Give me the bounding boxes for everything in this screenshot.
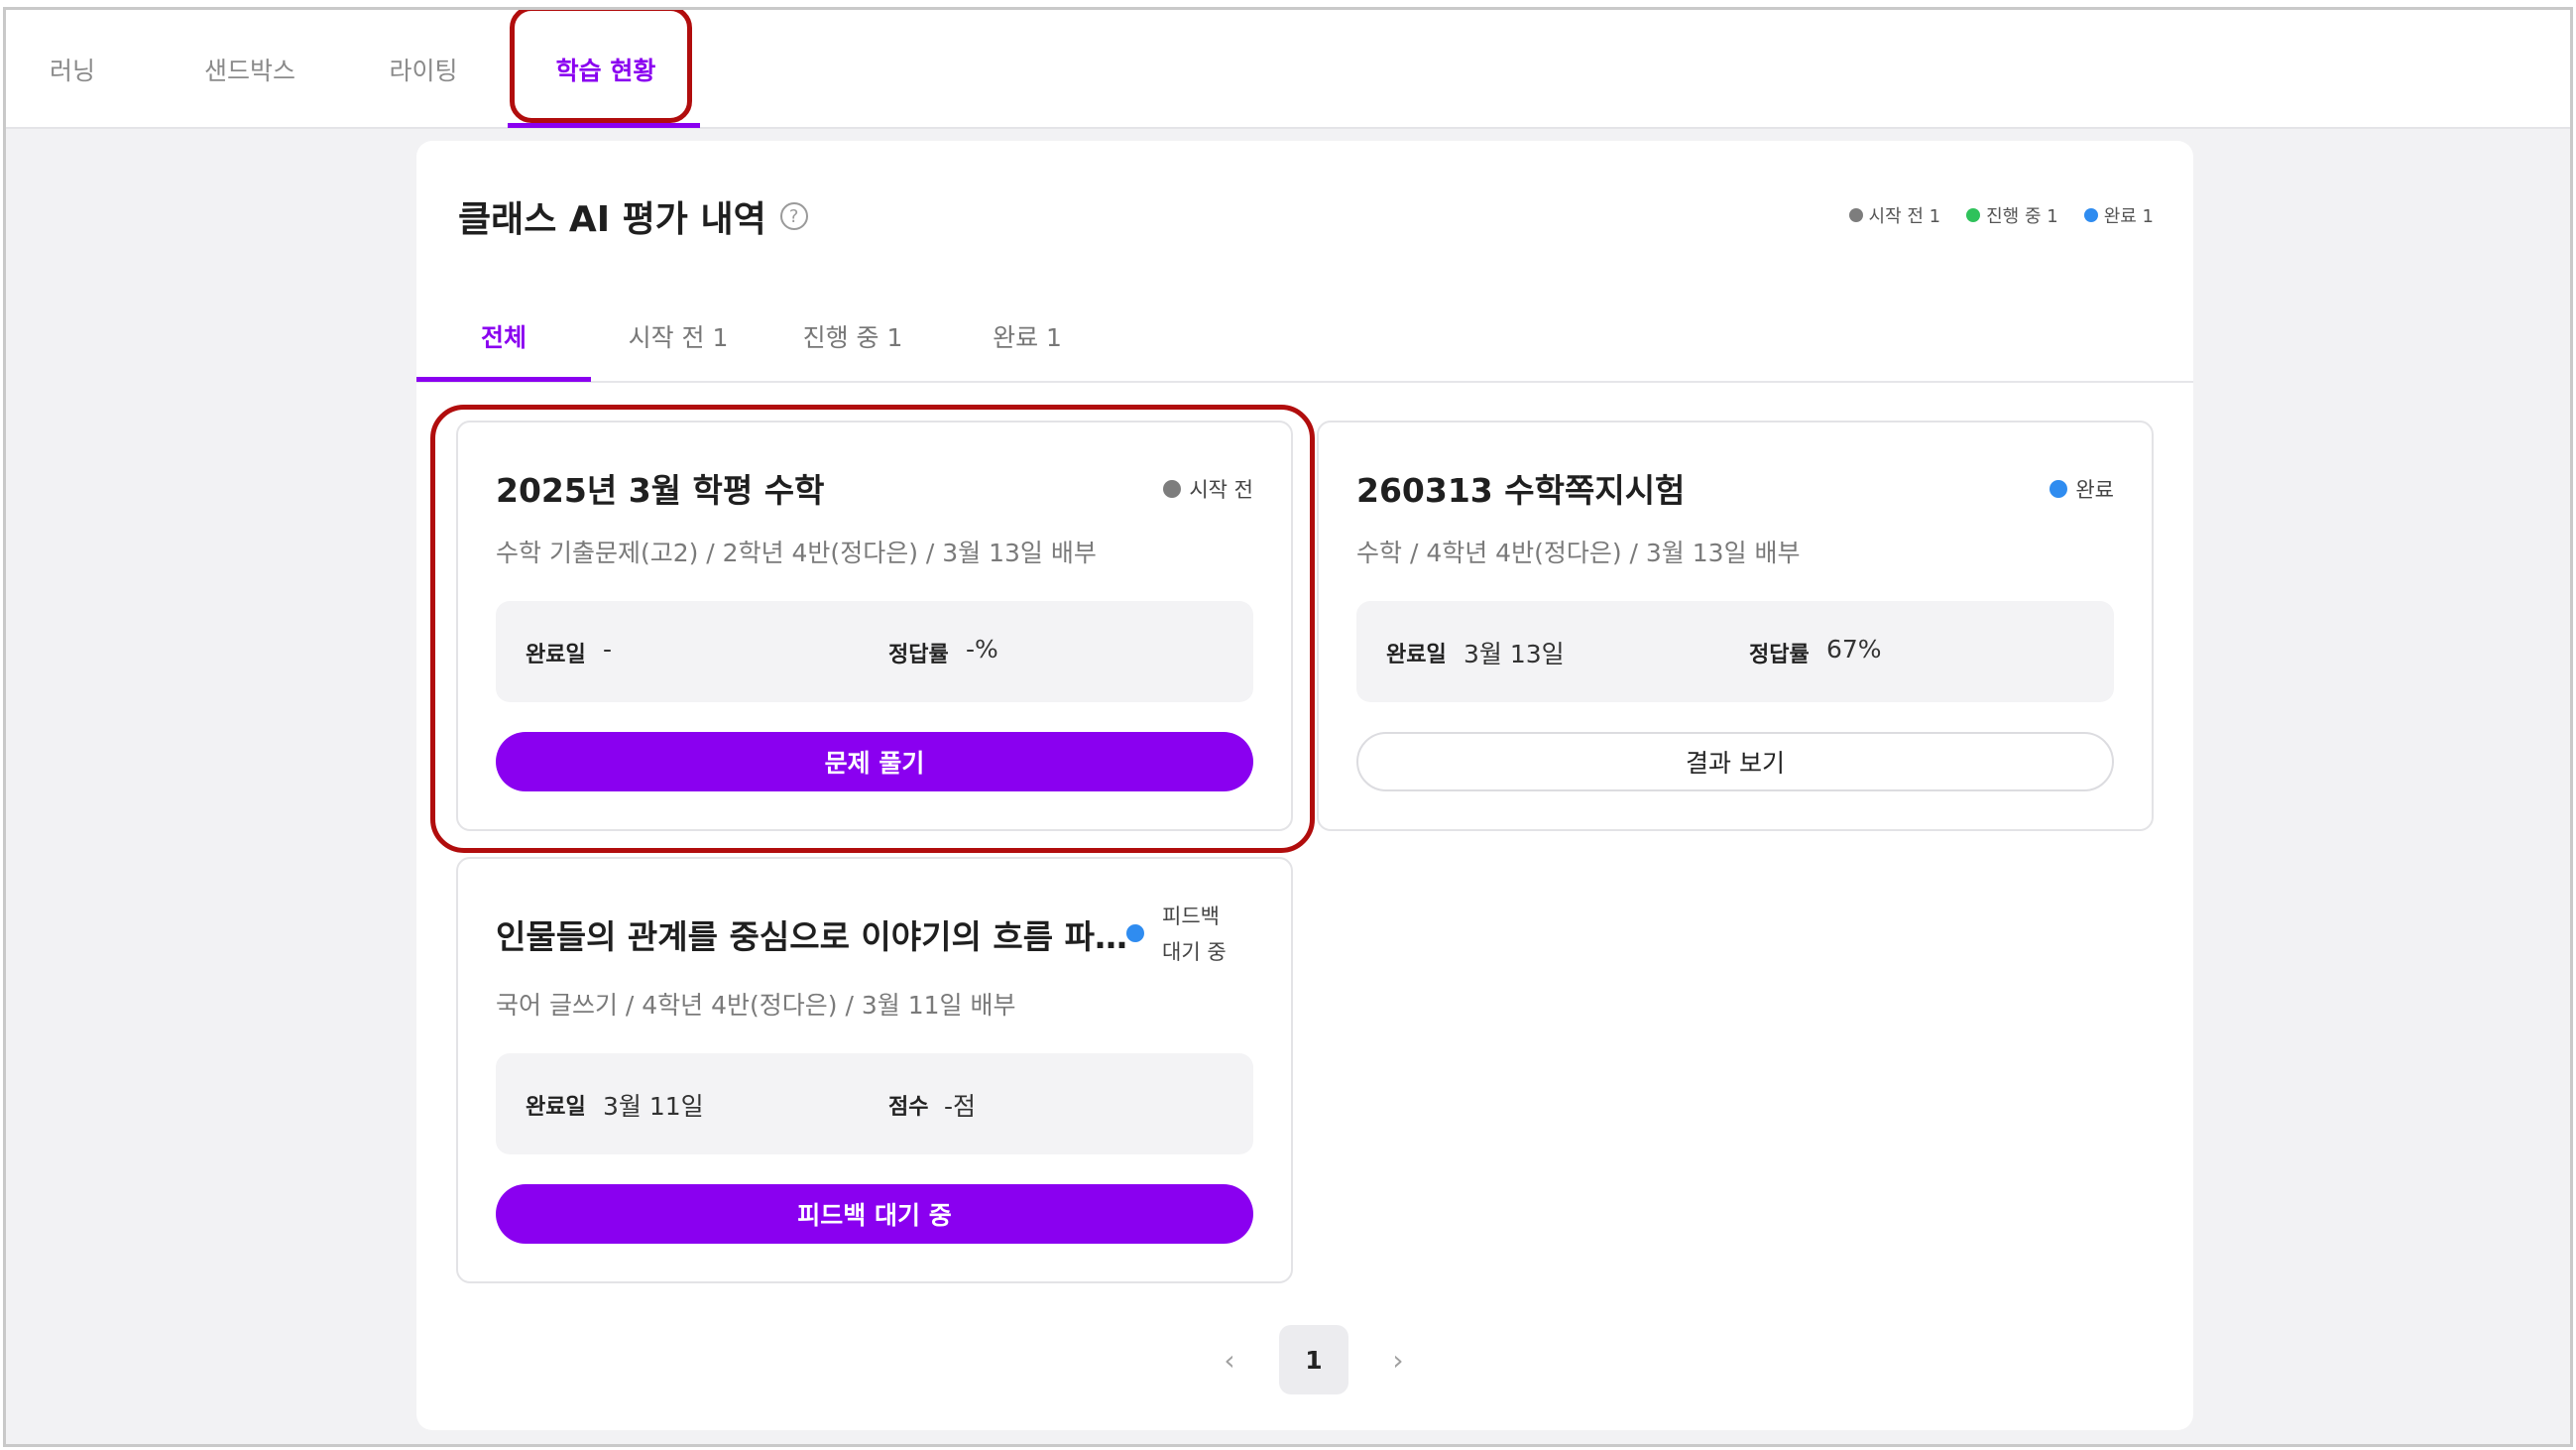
status-badge: 완료 — [2049, 474, 2114, 504]
info-box: 완료일 3월 13일 정답률 67% — [1356, 601, 2114, 702]
tab-all[interactable]: 전체 — [416, 290, 591, 383]
page-number-button[interactable]: 1 — [1279, 1325, 1348, 1394]
active-tab-indicator — [508, 123, 700, 128]
highlight-box-nav — [510, 10, 692, 123]
feedback-pending-button[interactable]: 피드백 대기 중 — [496, 1184, 1253, 1244]
panel-title-text: 클래스 AI 평가 내역 — [458, 199, 766, 240]
tab-in-progress[interactable]: 진행 중 1 — [765, 290, 940, 383]
app-frame: 러닝 샌드박스 라이팅 학습 현황 클래스 AI 평가 내역 ? 시작 전 1 … — [3, 7, 2573, 1447]
legend-not-started: 시작 전 1 — [1848, 202, 1940, 228]
card-title: 인물들의 관계를 중심으로 이야기의 흐름 파... — [496, 917, 1130, 956]
card-subtitle: 수학 / 4학년 4반(정다은) / 3월 13일 배부 — [1356, 539, 1801, 567]
assessment-card[interactable]: 260313 수학쪽지시험 완료 수학 / 4학년 4반(정다은) / 3월 1… — [1317, 421, 2154, 831]
score-label: 점수 — [888, 1095, 929, 1120]
blue-dot-icon — [2049, 480, 2068, 498]
tab-not-started[interactable]: 시작 전 1 — [591, 290, 765, 383]
completion-date-label: 완료일 — [526, 1095, 586, 1120]
completion-date-value: 3월 11일 — [603, 1092, 704, 1121]
tab-learning[interactable]: 러닝 — [28, 10, 117, 129]
info-box: 완료일 3월 11일 점수 -점 — [496, 1053, 1253, 1154]
view-results-button[interactable]: 결과 보기 — [1356, 732, 2114, 791]
accuracy-value: 67% — [1826, 635, 1882, 664]
tab-writing[interactable]: 라이팅 — [369, 10, 478, 129]
gray-dot-icon — [1848, 208, 1863, 222]
card-subtitle: 국어 글쓰기 / 4학년 4반(정다은) / 3월 11일 배부 — [496, 991, 1016, 1020]
filter-tabs: 전체 시작 전 1 진행 중 1 완료 1 — [416, 290, 2193, 383]
tab-completed[interactable]: 완료 1 — [940, 290, 1114, 383]
card-title: 260313 수학쪽지시험 — [1356, 471, 1686, 510]
green-dot-icon — [1966, 208, 1981, 222]
completion-date-label: 완료일 — [1386, 643, 1447, 667]
assessment-card[interactable]: 인물들의 관계를 중심으로 이야기의 흐름 파... 피드백 대기 중 국어 글… — [456, 857, 1293, 1283]
legend-in-progress: 진행 중 1 — [1966, 202, 2058, 228]
score-value: -점 — [944, 1092, 977, 1121]
active-filter-indicator — [416, 377, 591, 382]
question-circle-icon[interactable]: ? — [779, 202, 808, 230]
status-legend: 시작 전 1 진행 중 1 완료 1 — [1848, 202, 2154, 228]
chevron-left-icon[interactable]: ‹ — [1210, 1344, 1249, 1377]
top-navigation: 러닝 샌드박스 라이팅 학습 현황 — [6, 10, 2570, 129]
blue-dot-icon — [1126, 924, 1144, 942]
pagination: ‹ 1 › — [1210, 1325, 1418, 1394]
legend-completed: 완료 1 — [2083, 202, 2154, 228]
highlight-box-card — [430, 405, 1315, 853]
chevron-right-icon[interactable]: › — [1378, 1344, 1418, 1377]
status-badge: 피드백 대기 중 — [1162, 905, 1227, 964]
blue-dot-icon — [2083, 208, 2098, 222]
tab-sandbox[interactable]: 샌드박스 — [180, 10, 319, 129]
panel-title: 클래스 AI 평가 내역 ? — [458, 190, 808, 242]
accuracy-label: 정답률 — [1749, 643, 1810, 667]
completion-date-value: 3월 13일 — [1464, 640, 1565, 668]
